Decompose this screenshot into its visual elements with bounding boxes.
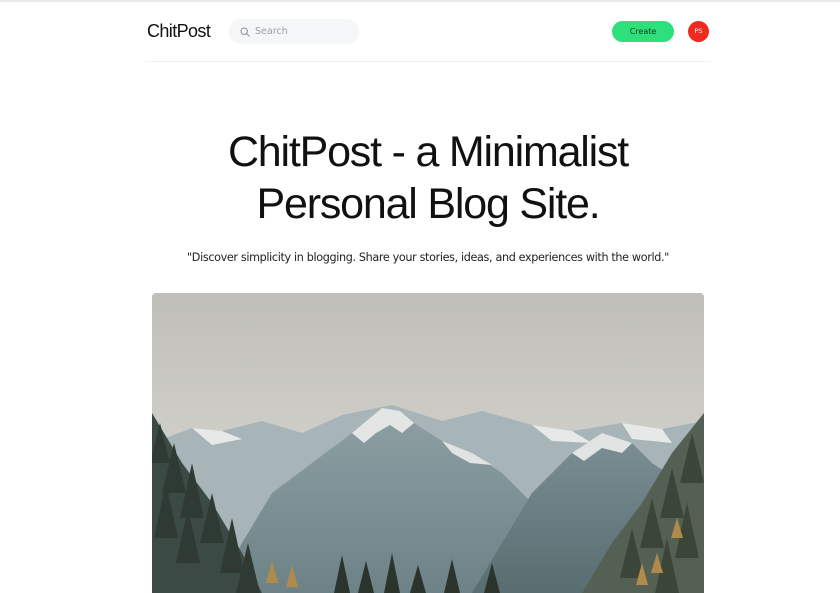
user-avatar[interactable]: PS	[688, 21, 709, 42]
mountain-landscape-image	[152, 293, 704, 593]
search-icon	[240, 27, 250, 37]
hero-subtitle: "Discover simplicity in blogging. Share …	[187, 251, 669, 264]
create-button[interactable]: Create	[612, 21, 674, 42]
hero-title: ChitPost - a Minimalist Personal Blog Si…	[120, 126, 736, 230]
site-header: ChitPost Create PS	[145, 4, 711, 62]
hero-image	[152, 293, 704, 593]
search-bar[interactable]	[229, 19, 359, 44]
top-border	[0, 0, 840, 2]
hero-title-line-1: ChitPost - a Minimalist	[227, 128, 629, 176]
hero-title-line-2: Personal Blog Site.	[256, 180, 601, 228]
site-logo[interactable]: ChitPost	[147, 21, 211, 42]
search-input[interactable]	[255, 19, 353, 44]
